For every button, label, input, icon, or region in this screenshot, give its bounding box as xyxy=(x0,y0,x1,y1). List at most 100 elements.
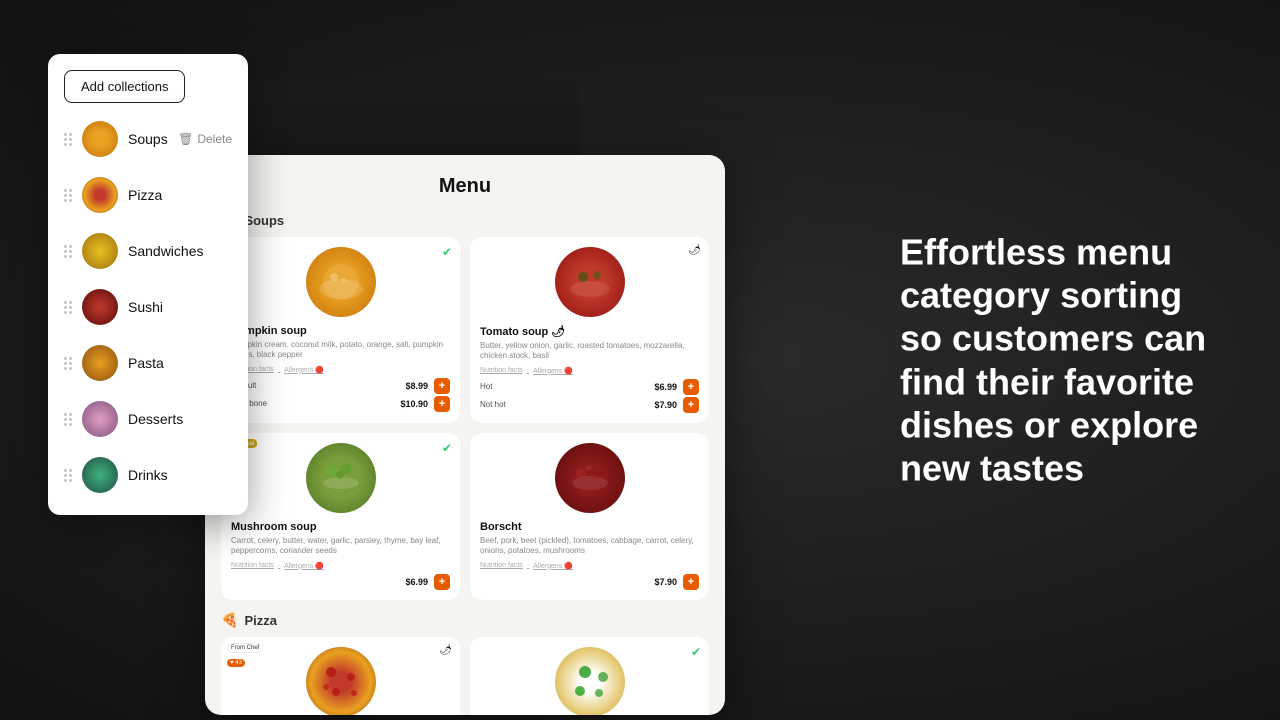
check-icon-mushroom: ✔ xyxy=(442,441,452,455)
add-button-mushroom[interactable]: + xyxy=(434,574,450,590)
collection-icon-sushi xyxy=(82,289,118,325)
menu-panel[interactable]: Menu 🍲 Soups ✔ Pumpkin soup Pumpkin crea… xyxy=(205,155,725,715)
dish-desc-tomato: Butter, yellow onion, garlic, roasted to… xyxy=(480,341,699,362)
price-row-tomato-2: Not hot $7.90 + xyxy=(480,397,699,413)
drag-handle-desserts[interactable] xyxy=(64,413,72,426)
collection-item-desserts[interactable]: Desserts xyxy=(48,391,248,447)
dish-card-pepperoni: From Chef ♥ 43 🌶 Pepperoni Pepperoni, sh… xyxy=(221,637,460,715)
pizza-section-icon: 🍕 xyxy=(221,612,238,629)
dish-image-mushroom xyxy=(306,443,376,513)
nutrition-link-borscht[interactable]: Nutrition facts xyxy=(480,562,523,570)
price-row-mushroom: $6.99 + xyxy=(231,574,450,590)
menu-title: Menu xyxy=(221,175,709,198)
collection-label-pasta: Pasta xyxy=(128,355,232,371)
price-value-pumpkin-2: $10.90 xyxy=(400,399,428,409)
dish-meta-borscht[interactable]: Nutrition facts · Allergens 🔴 xyxy=(480,562,699,570)
price-value-tomato-1: $6.99 xyxy=(654,382,677,392)
price-row-pumpkin-1: Default $8.99 + xyxy=(231,378,450,394)
price-row-tomato-1: Hot $6.99 + xyxy=(480,379,699,395)
price-row-borscht: $7.90 + xyxy=(480,574,699,590)
pizza-grid: From Chef ♥ 43 🌶 Pepperoni Pepperoni, sh… xyxy=(221,637,709,715)
collection-item-drinks[interactable]: Drinks xyxy=(48,447,248,503)
dish-card-mushroom-soup: 👑 Royal ✔ Mushroom soup Carrot, celery, … xyxy=(221,433,460,600)
collection-label-sushi: Sushi xyxy=(128,299,232,315)
allergens-link-mushroom[interactable]: Allergens 🔴 xyxy=(284,562,324,570)
add-button-borscht[interactable]: + xyxy=(683,574,699,590)
collection-icon-pasta xyxy=(82,345,118,381)
nutrition-link-mushroom[interactable]: Nutrition facts xyxy=(231,562,274,570)
dish-name-pumpkin: Pumpkin soup xyxy=(231,325,450,337)
soups-section-header: 🍲 Soups xyxy=(221,212,709,229)
delete-label: Delete xyxy=(197,132,232,146)
collection-icon-drinks xyxy=(82,457,118,493)
price-value-borscht: $7.90 xyxy=(654,577,677,587)
collection-label-drinks: Drinks xyxy=(128,467,232,483)
nutrition-link-tomato[interactable]: Nutrition facts xyxy=(480,367,523,375)
price-row-pumpkin-2: With bone $10.90 + xyxy=(231,396,450,412)
soups-grid: ✔ Pumpkin soup Pumpkin cream, coconut mi… xyxy=(221,237,709,600)
dish-name-borscht: Borscht xyxy=(480,521,699,533)
hot-icon-pepperoni: 🌶 xyxy=(439,645,452,656)
collection-label-soups: Soups xyxy=(128,131,168,147)
collection-item-pasta[interactable]: Pasta xyxy=(48,335,248,391)
drag-handle-pizza[interactable] xyxy=(64,189,72,202)
dish-meta-mushroom[interactable]: Nutrition facts · Allergens 🔴 xyxy=(231,562,450,570)
tagline: Effortless menu category sorting so cust… xyxy=(900,230,1220,489)
hot-icon-tomato: 🌶 xyxy=(688,245,701,256)
drag-handle-drinks[interactable] xyxy=(64,469,72,482)
collection-icon-pizza xyxy=(82,177,118,213)
add-button-pumpkin-default[interactable]: + xyxy=(434,378,450,394)
drag-handle-pasta[interactable] xyxy=(64,357,72,370)
drag-handle-sushi[interactable] xyxy=(64,301,72,314)
add-button-tomato-hot[interactable]: + xyxy=(683,379,699,395)
add-button-pumpkin-bone[interactable]: + xyxy=(434,396,450,412)
check-icon-margarita: ✔ xyxy=(691,645,701,659)
collections-panel: Add collections Soups 🗑 Delete Pizza xyxy=(48,54,248,515)
dish-meta-tomato[interactable]: Nutrition facts · Allergens 🔴 xyxy=(480,367,699,375)
collection-icon-desserts xyxy=(82,401,118,437)
collection-item-sandwiches[interactable]: Sandwiches xyxy=(48,223,248,279)
check-icon-pumpkin: ✔ xyxy=(442,245,452,259)
collection-item-soups[interactable]: Soups 🗑 Delete xyxy=(48,111,248,167)
dish-image-tomato xyxy=(555,247,625,317)
dish-desc-pumpkin: Pumpkin cream, coconut milk, potato, ora… xyxy=(231,340,450,361)
dish-card-tomato-soup: 🌶 Tomato soup 🌶 Butter, yellow onion, ga… xyxy=(470,237,709,423)
dish-card-borscht: Borscht Beef, pork, beet (pickled), toma… xyxy=(470,433,709,600)
drag-handle-sandwiches[interactable] xyxy=(64,245,72,258)
collection-icon-soups xyxy=(82,121,118,157)
dish-desc-borscht: Beef, pork, beet (pickled), tomatoes, ca… xyxy=(480,536,699,557)
delete-button-soups[interactable]: 🗑 Delete xyxy=(178,132,232,146)
collection-item-pizza[interactable]: Pizza xyxy=(48,167,248,223)
allergens-link-borscht[interactable]: Allergens 🔴 xyxy=(533,562,573,570)
dish-image-pepperoni xyxy=(306,647,376,715)
price-value-tomato-2: $7.90 xyxy=(654,400,677,410)
dish-desc-mushroom: Carrot, celery, butter, water, garlic, p… xyxy=(231,536,450,557)
allergens-link-pumpkin[interactable]: Allergens 🔴 xyxy=(284,366,324,374)
allergens-link-tomato[interactable]: Allergens 🔴 xyxy=(533,367,573,375)
collection-item-sushi[interactable]: Sushi xyxy=(48,279,248,335)
price-label-tomato-2: Not hot xyxy=(480,400,506,409)
collection-icon-sandwiches xyxy=(82,233,118,269)
dish-meta-pumpkin[interactable]: Nutrition facts · Allergens 🔴 xyxy=(231,366,450,374)
pizza-section-header: 🍕 Pizza xyxy=(221,612,709,629)
pizza-section-label: Pizza xyxy=(244,613,277,628)
badge-chef-pepperoni: From Chef xyxy=(227,643,263,653)
dish-image-margarita xyxy=(555,647,625,715)
collection-label-pizza: Pizza xyxy=(128,187,232,203)
add-collections-button[interactable]: Add collections xyxy=(64,70,185,103)
trash-icon: 🗑 xyxy=(178,132,193,146)
dish-card-margarita: ✔ Margarita Crushed tomatoes, mozzarella… xyxy=(470,637,709,715)
add-button-tomato-nothot[interactable]: + xyxy=(683,397,699,413)
collection-label-sandwiches: Sandwiches xyxy=(128,243,232,259)
collection-label-desserts: Desserts xyxy=(128,411,232,427)
dish-image-borscht xyxy=(555,443,625,513)
dish-name-mushroom: Mushroom soup xyxy=(231,521,450,533)
drag-handle-soups[interactable] xyxy=(64,133,72,146)
badge-fav-pepperoni: ♥ 43 xyxy=(227,659,245,667)
price-value-mushroom: $6.99 xyxy=(405,577,428,587)
price-value-pumpkin-1: $8.99 xyxy=(405,381,428,391)
soups-section-label: Soups xyxy=(244,213,284,228)
dish-image-pumpkin xyxy=(306,247,376,317)
dish-card-pumpkin-soup: ✔ Pumpkin soup Pumpkin cream, coconut mi… xyxy=(221,237,460,423)
price-label-tomato-1: Hot xyxy=(480,382,492,391)
